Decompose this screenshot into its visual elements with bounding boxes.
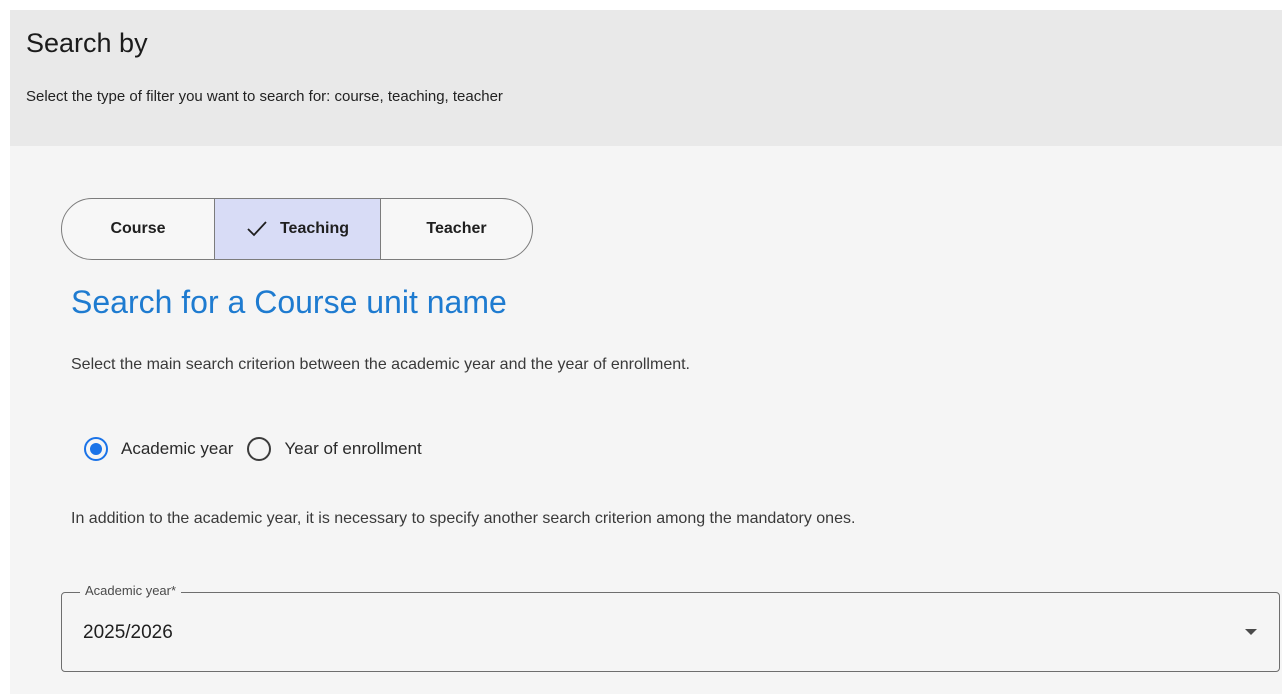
tab-teacher[interactable]: Teacher xyxy=(381,199,532,259)
radio-year-of-enrollment[interactable]: Year of enrollment xyxy=(247,437,435,461)
page-title: Search by xyxy=(26,28,148,58)
filter-type-toggle: Course Teaching Teacher xyxy=(61,198,533,260)
header-banner: Search by Select the type of filter you … xyxy=(10,10,1282,146)
tab-teacher-label: Teacher xyxy=(426,220,487,237)
tab-course-label: Course xyxy=(110,220,166,237)
tab-course[interactable]: Course xyxy=(62,199,215,259)
tab-teaching[interactable]: Teaching xyxy=(215,199,381,259)
page: Search by Select the type of filter you … xyxy=(0,0,1282,694)
check-icon xyxy=(247,221,267,237)
radio-unchecked-icon[interactable] xyxy=(247,437,272,461)
radio-academic-year[interactable]: Academic year xyxy=(84,437,247,461)
radio-academic-year-label: Academic year xyxy=(121,439,234,458)
radio-checked-icon[interactable] xyxy=(84,437,108,461)
page-subtitle: Select the type of filter you want to se… xyxy=(26,88,503,105)
mandatory-criteria-note: In addition to the academic year, it is … xyxy=(71,510,856,527)
section-title: Search for a Course unit name xyxy=(71,284,507,320)
dropdown-arrow-icon[interactable] xyxy=(1245,629,1257,635)
academic-year-select-label: Academic year* xyxy=(80,583,182,598)
academic-year-select[interactable]: Academic year* 2025/2026 xyxy=(61,583,1280,672)
academic-year-select-value: 2025/2026 xyxy=(83,622,173,643)
search-criterion-radio-group: Academic year Year of enrollment xyxy=(84,435,436,463)
criterion-instruction: Select the main search criterion between… xyxy=(71,356,690,373)
radio-year-of-enrollment-label: Year of enrollment xyxy=(284,439,422,458)
tab-teaching-label: Teaching xyxy=(279,220,350,237)
